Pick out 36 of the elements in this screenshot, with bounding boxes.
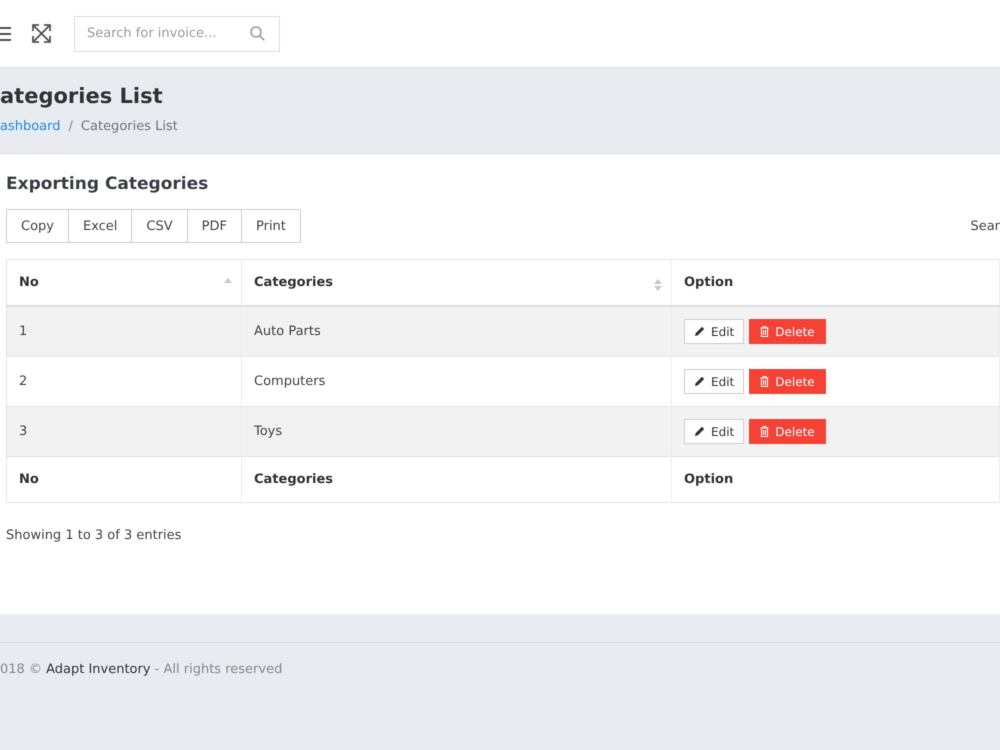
pencil-icon xyxy=(694,326,705,337)
table-cell: 1 xyxy=(6,306,242,356)
edit-button[interactable]: Edit xyxy=(684,319,744,344)
delete-button[interactable]: Delete xyxy=(749,369,826,394)
pencil-icon xyxy=(694,426,705,437)
table-cell: Auto Parts xyxy=(242,306,672,356)
card-title: Exporting Categories xyxy=(6,173,210,196)
pencil-icon xyxy=(694,376,705,387)
export-button[interactable]: Excel xyxy=(68,209,132,243)
table-footer-cell: Categories xyxy=(242,456,672,502)
menu-icon[interactable] xyxy=(0,26,11,40)
breadcrumb-separator: / xyxy=(68,118,73,136)
edit-button[interactable]: Edit xyxy=(684,419,744,444)
export-button[interactable]: PDF xyxy=(186,209,242,243)
trash-icon xyxy=(760,326,770,337)
edit-button[interactable]: Edit xyxy=(684,369,744,394)
table-footer-cell: No xyxy=(6,456,242,502)
trash-icon xyxy=(760,376,770,387)
footer-link[interactable]: Adapt Inventory xyxy=(46,662,151,677)
table-footer-cell: Option xyxy=(672,456,1000,502)
export-button[interactable]: Copy xyxy=(6,209,69,243)
search-label: Sear xyxy=(970,218,1000,234)
search-icon[interactable] xyxy=(250,26,265,40)
table-cell: Toys xyxy=(242,406,672,456)
trash-icon xyxy=(760,426,770,437)
delete-button[interactable]: Delete xyxy=(749,419,826,444)
export-button[interactable]: CSV xyxy=(131,209,188,243)
export-button[interactable]: Print xyxy=(240,209,301,243)
copyright-text: 018 © Adapt Inventory - All rights reserved xyxy=(0,661,284,679)
page-title: ategories List xyxy=(0,83,164,110)
table-info: Showing 1 to 3 of 3 entries xyxy=(6,527,182,545)
table-cell: 3 xyxy=(6,406,242,456)
breadcrumb-current: Categories List xyxy=(80,118,178,136)
delete-button[interactable]: Delete xyxy=(749,319,826,344)
expand-icon[interactable] xyxy=(32,24,51,43)
search-field[interactable]: Search for invoice... xyxy=(74,16,280,52)
